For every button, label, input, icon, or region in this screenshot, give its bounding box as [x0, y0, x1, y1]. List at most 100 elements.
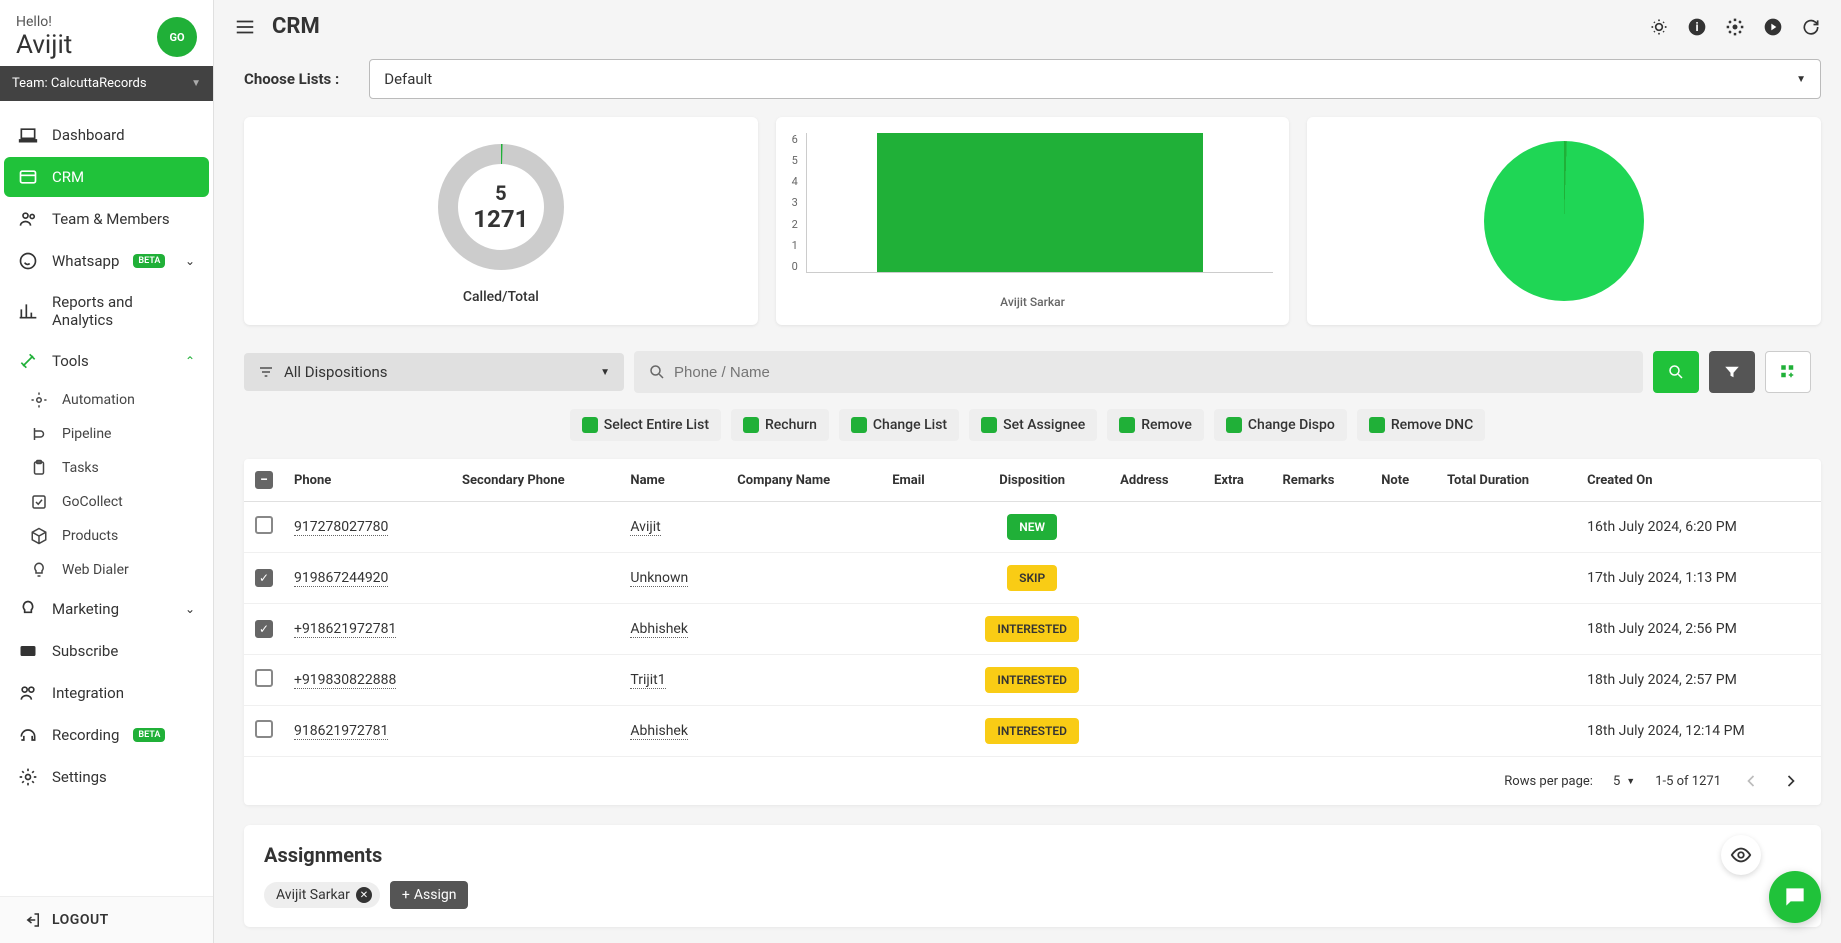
- filter-button[interactable]: [1709, 351, 1755, 393]
- sidebar-sub-webdialer[interactable]: Web Dialer: [0, 553, 213, 587]
- bulk-actions: Select Entire List Rechurn Change List S…: [214, 399, 1841, 451]
- col-created[interactable]: Created On: [1577, 459, 1821, 502]
- team-label: Team: CalcuttaRecords: [12, 76, 147, 91]
- next-page-button[interactable]: [1781, 771, 1801, 791]
- sidebar-item-tools[interactable]: Tools ⌃: [4, 341, 209, 381]
- disposition-badge[interactable]: INTERESTED: [985, 667, 1079, 693]
- contacts-table: − Phone Secondary Phone Name Company Nam…: [244, 459, 1821, 805]
- change-dispo-button[interactable]: Change Dispo: [1214, 409, 1347, 441]
- search-input[interactable]: [674, 364, 1629, 381]
- remove-chip-button[interactable]: ✕: [356, 887, 372, 903]
- col-remarks[interactable]: Remarks: [1272, 459, 1371, 502]
- remove-button[interactable]: Remove: [1107, 409, 1204, 441]
- page-range: 1-5 of 1271: [1655, 774, 1721, 789]
- created-on: 18th July 2024, 12:14 PM: [1577, 706, 1821, 757]
- sidebar-item-dashboard[interactable]: Dashboard: [4, 115, 209, 155]
- assign-button[interactable]: +Assign: [390, 881, 469, 909]
- info-icon[interactable]: i: [1687, 17, 1707, 37]
- sidebar-sub-tasks[interactable]: Tasks: [0, 451, 213, 485]
- lists-select[interactable]: Default ▼: [369, 59, 1821, 99]
- play-icon[interactable]: [1763, 17, 1783, 37]
- row-checkbox[interactable]: [255, 720, 273, 738]
- phone-link[interactable]: 917278027780: [294, 519, 388, 536]
- phone-link[interactable]: 918621972781: [294, 723, 388, 740]
- table-row: 918621972781 Abhishek INTERESTED 18th Ju…: [244, 706, 1821, 757]
- main: CRM i Choose Lists : Default ▼ 5: [214, 0, 1841, 943]
- plus-icon: +: [402, 887, 410, 903]
- disposition-badge[interactable]: SKIP: [1007, 565, 1057, 591]
- select-entire-list-button[interactable]: Select Entire List: [570, 409, 721, 441]
- set-assignee-button[interactable]: Set Assignee: [969, 409, 1097, 441]
- menu-icon[interactable]: [234, 16, 256, 38]
- rechurn-button[interactable]: Rechurn: [731, 409, 829, 441]
- card-solid-icon: [18, 641, 38, 661]
- col-disposition[interactable]: Disposition: [954, 459, 1110, 502]
- disposition-badge[interactable]: INTERESTED: [985, 616, 1079, 642]
- name-link[interactable]: Abhishek: [630, 621, 688, 638]
- col-secondary-phone[interactable]: Secondary Phone: [452, 459, 620, 502]
- rows-per-page-select[interactable]: 5 ▼: [1613, 774, 1635, 789]
- sidebar-item-crm[interactable]: CRM: [4, 157, 209, 197]
- search-icon: [648, 363, 666, 381]
- page-title: CRM: [272, 14, 320, 39]
- disposition-badge[interactable]: NEW: [1007, 514, 1057, 540]
- col-note[interactable]: Note: [1371, 459, 1437, 502]
- go-badge-icon[interactable]: GO: [157, 17, 197, 57]
- created-on: 17th July 2024, 1:13 PM: [1577, 553, 1821, 604]
- name-link[interactable]: Trijit1: [630, 672, 665, 689]
- sidebar-item-recording[interactable]: RecordingBETA: [4, 715, 209, 755]
- name-link[interactable]: Unknown: [630, 570, 688, 587]
- row-checkbox[interactable]: [255, 516, 273, 534]
- bar-label: Avijit Sarkar: [1000, 295, 1065, 309]
- select-all-checkbox[interactable]: −: [255, 471, 273, 489]
- sidebar-item-subscribe[interactable]: Subscribe: [4, 631, 209, 671]
- col-company[interactable]: Company Name: [727, 459, 882, 502]
- topbar: CRM i: [214, 0, 1841, 53]
- phone-link[interactable]: +918621972781: [294, 621, 396, 638]
- table-header-row: − Phone Secondary Phone Name Company Nam…: [244, 459, 1821, 502]
- row-checkbox[interactable]: [255, 669, 273, 687]
- search-button[interactable]: [1653, 351, 1699, 393]
- logout-button[interactable]: LOGOUT: [0, 896, 213, 943]
- sidebar-item-reports[interactable]: Reports and Analytics: [4, 283, 209, 339]
- grid-add-button[interactable]: [1765, 351, 1811, 393]
- donut-chart: 5 1271: [431, 137, 571, 277]
- refresh-icon[interactable]: [1801, 17, 1821, 37]
- brightness-icon[interactable]: [1649, 17, 1669, 37]
- disposition-badge[interactable]: INTERESTED: [985, 718, 1079, 744]
- sidebar-sub-products[interactable]: Products: [0, 519, 213, 553]
- gear-icon[interactable]: [1725, 17, 1745, 37]
- col-extra[interactable]: Extra: [1204, 459, 1272, 502]
- visibility-button[interactable]: [1721, 835, 1761, 875]
- disposition-filter[interactable]: All Dispositions ▼: [244, 353, 624, 391]
- chat-fab[interactable]: [1769, 871, 1821, 923]
- bar-rect: [877, 133, 1204, 272]
- prev-page-button[interactable]: [1741, 771, 1761, 791]
- puzzle-icon: [18, 683, 38, 703]
- sidebar-item-team[interactable]: Team & Members: [4, 199, 209, 239]
- col-phone[interactable]: Phone: [284, 459, 452, 502]
- col-name[interactable]: Name: [620, 459, 727, 502]
- sidebar-sub-gocollect[interactable]: GoCollect: [0, 485, 213, 519]
- col-duration[interactable]: Total Duration: [1437, 459, 1577, 502]
- sidebar-item-marketing[interactable]: Marketing⌄: [4, 589, 209, 629]
- team-selector[interactable]: Team: CalcuttaRecords ▼: [0, 66, 213, 101]
- phone-link[interactable]: +919830822888: [294, 672, 396, 689]
- remove-dnc-button[interactable]: Remove DNC: [1357, 409, 1485, 441]
- col-address[interactable]: Address: [1110, 459, 1204, 502]
- svg-text:i: i: [1695, 20, 1698, 34]
- sidebar-item-settings[interactable]: Settings: [4, 757, 209, 797]
- change-list-button[interactable]: Change List: [839, 409, 959, 441]
- sidebar-sub-automation[interactable]: Automation: [0, 383, 213, 417]
- sidebar-sub-pipeline[interactable]: Pipeline: [0, 417, 213, 451]
- name-link[interactable]: Avijit: [630, 519, 660, 536]
- sidebar-item-whatsapp[interactable]: Whatsapp BETA ⌄: [4, 241, 209, 281]
- tag-icon: [1226, 417, 1242, 433]
- laptop-icon: [18, 125, 38, 145]
- col-email[interactable]: Email: [882, 459, 954, 502]
- name-link[interactable]: Abhishek: [630, 723, 688, 740]
- row-checkbox[interactable]: ✓: [255, 620, 273, 638]
- sidebar-item-integration[interactable]: Integration: [4, 673, 209, 713]
- phone-link[interactable]: 919867244920: [294, 570, 388, 587]
- row-checkbox[interactable]: ✓: [255, 569, 273, 587]
